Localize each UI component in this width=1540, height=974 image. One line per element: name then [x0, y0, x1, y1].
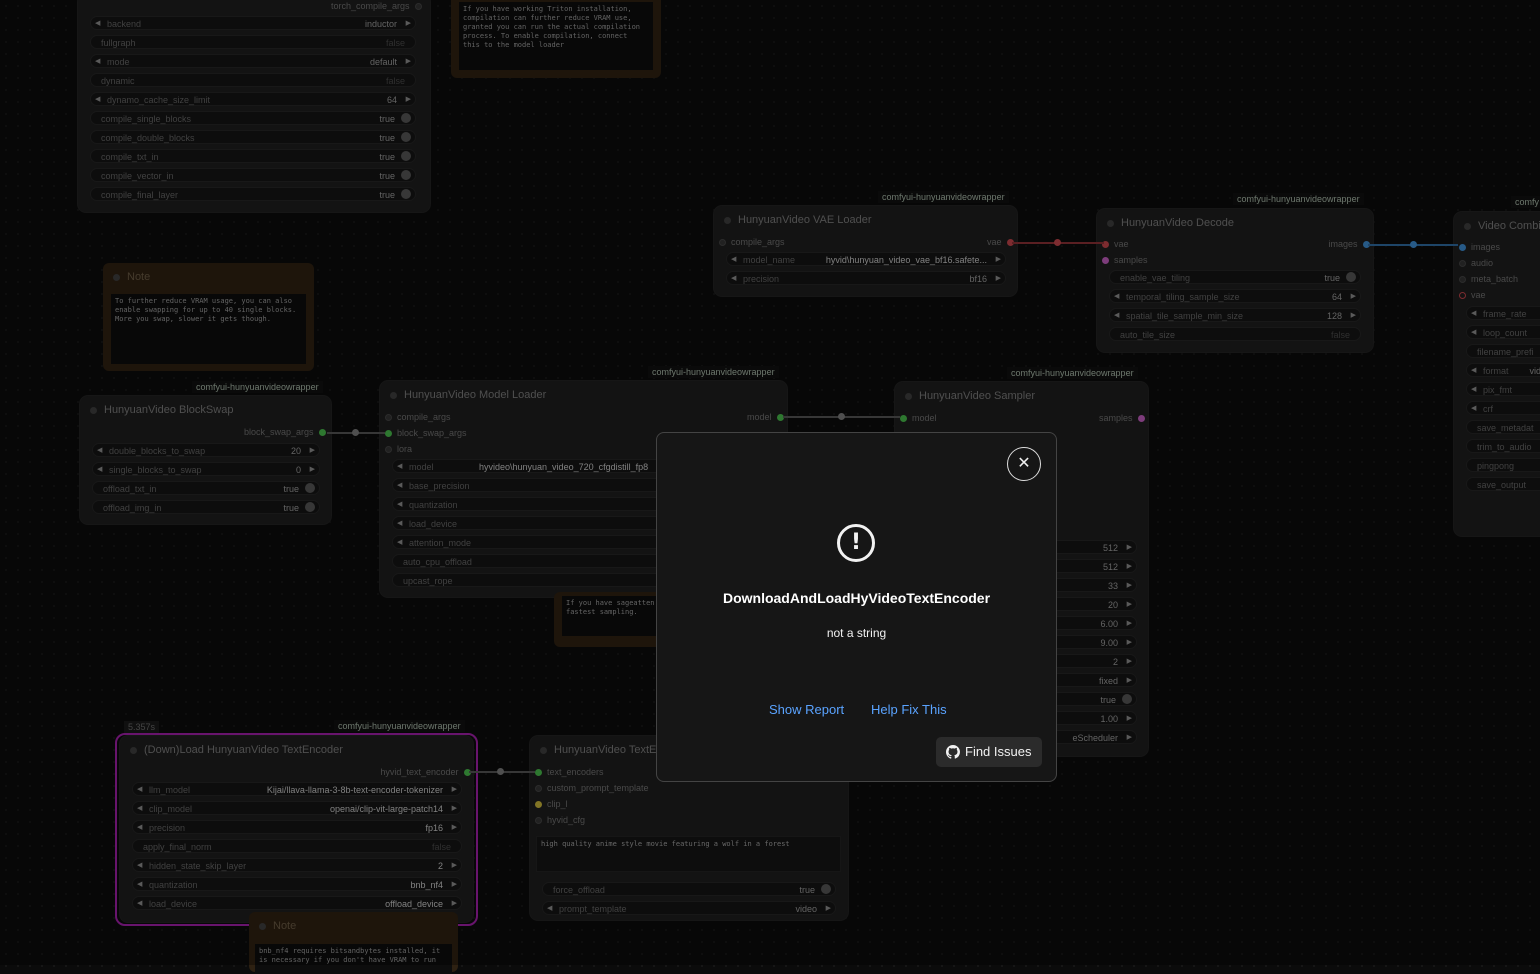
show-report-link[interactable]: Show Report [769, 702, 844, 717]
close-button[interactable]: ✕ [1007, 447, 1041, 481]
error-title: DownloadAndLoadHyVideoTextEncoder [722, 590, 991, 606]
error-dialog: ✕ ! DownloadAndLoadHyVideoTextEncoder no… [656, 432, 1057, 782]
find-issues-button[interactable]: Find Issues [936, 737, 1042, 767]
help-fix-link[interactable]: Help Fix This [871, 702, 947, 717]
close-icon[interactable]: ✕ [1017, 455, 1030, 472]
alert-circle-icon: ! [837, 524, 875, 562]
find-issues-label: Find Issues [965, 744, 1032, 759]
error-message: not a string [826, 626, 887, 640]
github-icon [946, 745, 960, 759]
